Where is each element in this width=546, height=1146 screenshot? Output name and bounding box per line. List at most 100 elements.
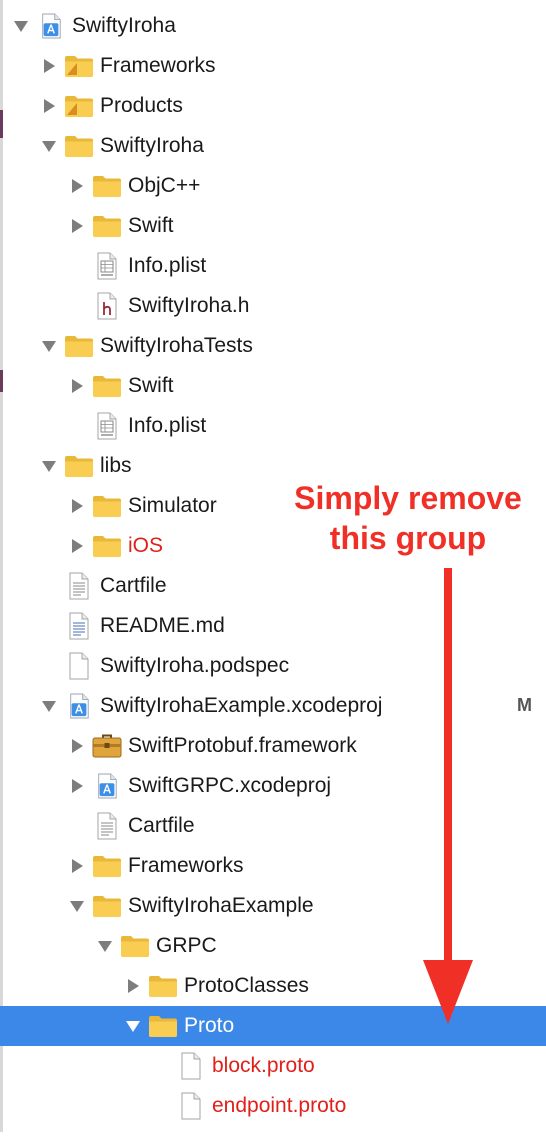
modified-badge: M	[517, 695, 532, 715]
disclosure-collapsed-icon[interactable]	[122, 975, 144, 997]
row-label: SwiftyIrohaTests	[100, 334, 253, 357]
folder-icon	[92, 533, 122, 559]
disclosure-expanded-icon[interactable]	[38, 335, 60, 357]
disclosure-collapsed-icon[interactable]	[66, 175, 88, 197]
disclosure-collapsed-icon[interactable]	[66, 215, 88, 237]
special-folder-icon	[64, 53, 94, 79]
disclosure-collapsed-icon[interactable]	[66, 855, 88, 877]
text-file-icon	[92, 813, 122, 839]
folder-icon	[92, 893, 122, 919]
disclosure-expanded-icon[interactable]	[66, 895, 88, 917]
tree-row-frameworks[interactable]: Frameworks	[0, 46, 546, 86]
blank-file-icon	[176, 1053, 206, 1079]
annotation-line-2: this group	[329, 520, 487, 556]
row-label: SwiftyIroha.h	[128, 294, 250, 317]
annotation-arrow-icon	[423, 568, 473, 1024]
disclosure-expanded-icon[interactable]	[122, 1015, 144, 1037]
disclosure-expanded-icon[interactable]	[38, 135, 60, 157]
disclosure-expanded-icon[interactable]	[38, 695, 60, 717]
tree-row-products[interactable]: Products	[0, 86, 546, 126]
disclosure-collapsed-icon[interactable]	[66, 495, 88, 517]
tree-row-swiftyiroha-group[interactable]: SwiftyIroha	[0, 126, 546, 166]
tree-row-swiftyiroha-project[interactable]: SwiftyIroha	[0, 6, 546, 46]
disclosure-expanded-icon[interactable]	[38, 455, 60, 477]
row-label: Info.plist	[128, 254, 207, 277]
disclosure-expanded-icon[interactable]	[94, 935, 116, 957]
header-file-icon	[92, 293, 122, 319]
blank-file-icon	[176, 1093, 206, 1119]
folder-icon	[92, 373, 122, 399]
row-label: iOS	[128, 534, 164, 557]
row-label: Cartfile	[128, 814, 195, 837]
plist-file-icon	[92, 413, 122, 439]
tree-row-swift[interactable]: Swift	[0, 206, 546, 246]
row-label: Frameworks	[128, 854, 244, 877]
row-label: SwiftyIroha	[100, 134, 204, 157]
xcode-project-icon	[36, 13, 66, 39]
row-label: block.proto	[212, 1054, 315, 1077]
markdown-file-icon	[64, 613, 94, 639]
folder-icon	[92, 173, 122, 199]
folder-icon	[148, 1013, 178, 1039]
row-label: Products	[100, 94, 183, 117]
row-label: SwiftProtobuf.framework	[128, 734, 357, 757]
row-label: README.md	[100, 614, 225, 637]
folder-icon	[148, 973, 178, 999]
disclosure-collapsed-icon[interactable]	[66, 775, 88, 797]
row-label: Swift	[128, 214, 174, 237]
disclosure-collapsed-icon[interactable]	[38, 95, 60, 117]
xcode-project-icon	[64, 693, 94, 719]
tree-row-swiftyirohatests[interactable]: SwiftyIrohaTests	[0, 326, 546, 366]
tree-row-endpoint-proto[interactable]: endpoint.proto	[0, 1086, 546, 1126]
row-label: ProtoClasses	[184, 974, 309, 997]
row-label: Frameworks	[100, 54, 216, 77]
row-label: ObjC++	[128, 174, 201, 197]
tree-row-cutoff	[0, 1126, 546, 1146]
folder-icon	[120, 933, 150, 959]
row-label: libs	[100, 454, 132, 477]
folder-icon	[64, 453, 94, 479]
row-label: Swift	[128, 374, 174, 397]
row-label: GRPC	[156, 934, 217, 957]
row-label: SwiftGRPC.xcodeproj	[128, 774, 332, 797]
row-label: SwiftyIroha.podspec	[100, 654, 290, 677]
row-label: SwiftyIrohaExample.xcodeproj	[100, 694, 383, 717]
folder-icon	[92, 853, 122, 879]
tree-row-swiftyiroha-h[interactable]: SwiftyIroha.h	[0, 286, 546, 326]
disclosure-collapsed-icon[interactable]	[38, 55, 60, 77]
disclosure-expanded-icon[interactable]	[10, 15, 32, 37]
row-label: endpoint.proto	[212, 1094, 347, 1117]
plist-file-icon	[92, 253, 122, 279]
special-folder-icon	[64, 93, 94, 119]
blank-file-icon	[64, 653, 94, 679]
annotation-line-1: Simply remove	[294, 480, 522, 516]
folder-icon	[92, 493, 122, 519]
tree-row-tests-info-plist[interactable]: Info.plist	[0, 406, 546, 446]
xcode-project-icon	[92, 773, 122, 799]
row-label: Simulator	[128, 494, 217, 517]
row-label: SwiftyIroha	[72, 14, 176, 37]
tree-row-objc[interactable]: ObjC++	[0, 166, 546, 206]
tree-row-tests-swift[interactable]: Swift	[0, 366, 546, 406]
disclosure-collapsed-icon[interactable]	[66, 375, 88, 397]
text-file-icon	[64, 573, 94, 599]
row-label: Proto	[184, 1014, 235, 1037]
disclosure-collapsed-icon[interactable]	[66, 735, 88, 757]
annotation-text: Simply remove this group	[268, 478, 546, 558]
disclosure-collapsed-icon[interactable]	[66, 535, 88, 557]
tree-row-info-plist[interactable]: Info.plist	[0, 246, 546, 286]
tree-row-block-proto[interactable]: block.proto	[0, 1046, 546, 1086]
framework-toolbox-icon	[92, 733, 122, 759]
row-label: SwiftyIrohaExample	[128, 894, 314, 917]
folder-icon	[64, 333, 94, 359]
row-label: Info.plist	[128, 414, 207, 437]
